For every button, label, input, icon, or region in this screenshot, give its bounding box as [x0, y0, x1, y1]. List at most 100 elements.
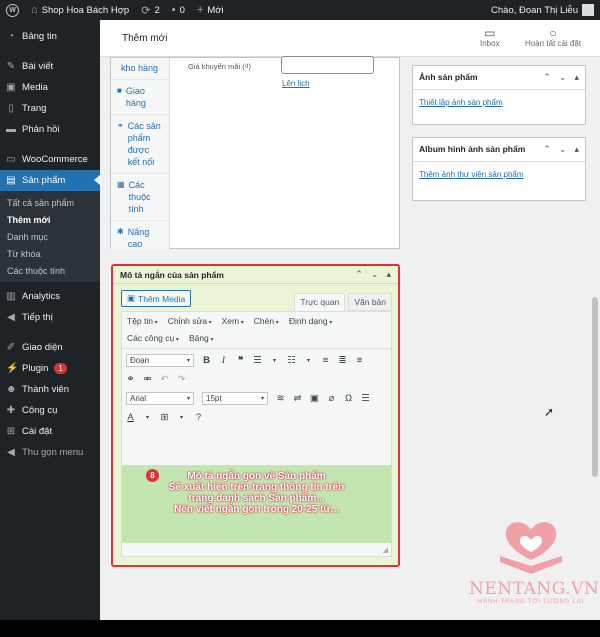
- scrollbar-thumb[interactable]: [592, 297, 598, 477]
- numbered-list-dropdown-icon[interactable]: ▾: [304, 357, 313, 364]
- table-icon[interactable]: ⊞: [160, 412, 169, 423]
- updates-link[interactable]: ⟳ 2: [135, 0, 166, 20]
- toolbar-toggle-icon[interactable]: ☰: [361, 393, 370, 404]
- comments-link[interactable]: ▪ 0: [166, 0, 191, 20]
- submenu-add-new[interactable]: Thêm mới: [0, 211, 100, 228]
- new-content-link[interactable]: + Mới: [191, 0, 230, 20]
- blockquote-icon[interactable]: ❝: [236, 355, 245, 366]
- submenu-tags[interactable]: Từ khóa: [0, 245, 100, 262]
- wordpress-logo-menu[interactable]: W: [0, 0, 25, 20]
- bold-icon[interactable]: B: [202, 355, 211, 366]
- submenu-attributes[interactable]: Các thuộc tính: [0, 262, 100, 279]
- resize-handle-icon[interactable]: ◢: [383, 546, 388, 554]
- home-icon: ⌂: [31, 4, 38, 16]
- toolbar-row-4: A ▾ ⊞ ▾ ?: [122, 408, 391, 427]
- menu-view[interactable]: Xem: [222, 316, 244, 327]
- menu-label: Sản phẩm: [22, 175, 66, 186]
- toggle-icon[interactable]: ▴: [386, 269, 391, 280]
- menu-label: Trang: [22, 103, 47, 114]
- table-dropdown-icon[interactable]: ▾: [177, 414, 186, 421]
- menu-dashboard[interactable]: ◔ Bảng tin: [0, 26, 100, 47]
- italic-icon[interactable]: I: [219, 356, 228, 366]
- sale-price-label: Giá khuyến mãi (₫): [188, 62, 252, 71]
- help-icon[interactable]: ?: [194, 412, 203, 423]
- toggle-icon[interactable]: ▴: [574, 72, 579, 83]
- menu-file[interactable]: Tệp tin: [127, 316, 158, 327]
- font-size-select[interactable]: 15pt: [202, 392, 268, 405]
- tab-visual[interactable]: Trực quan: [294, 293, 346, 311]
- add-gallery-images-link[interactable]: Thêm ảnh thư viện sản phẩm: [413, 162, 585, 187]
- tab-text[interactable]: Văn bản: [348, 293, 392, 311]
- align-left-icon[interactable]: ≡: [321, 355, 330, 366]
- short-description-header: Mô tả ngắn của sản phẩm ⌃ ⌄ ▴: [113, 266, 398, 284]
- strikethrough-icon[interactable]: ≋: [276, 393, 285, 404]
- tab-shipping[interactable]: ■ Giao hàng: [111, 80, 169, 115]
- submenu-categories[interactable]: Danh mục: [0, 228, 100, 245]
- menu-products[interactable]: ▤ Sản phẩm: [0, 170, 100, 191]
- move-down-icon[interactable]: ⌄: [559, 72, 567, 83]
- undo-icon[interactable]: ↶: [160, 374, 169, 385]
- menu-plugins[interactable]: ⚡ Plugin 1: [0, 358, 100, 379]
- menu-appearance[interactable]: ✐ Giao diện: [0, 337, 100, 358]
- tab-attributes[interactable]: ▦ Các thuộc tính: [111, 174, 169, 221]
- align-right-icon[interactable]: ≡: [355, 355, 364, 366]
- menu-insert[interactable]: Chèn: [254, 316, 279, 327]
- text-color-icon[interactable]: A: [126, 412, 135, 423]
- move-up-icon[interactable]: ⌃: [543, 144, 551, 155]
- redo-icon[interactable]: ↷: [177, 374, 186, 385]
- move-down-icon[interactable]: ⌄: [559, 144, 567, 155]
- text-color-dropdown-icon[interactable]: ▾: [143, 414, 152, 421]
- set-product-image-link[interactable]: Thiết lập ảnh sản phẩm: [413, 90, 585, 115]
- menu-edit[interactable]: Chỉnh sửa: [168, 316, 212, 327]
- font-family-select[interactable]: Arial: [126, 392, 194, 405]
- sale-price-input[interactable]: [281, 56, 374, 74]
- finish-setup-button[interactable]: ○ Hoàn tất cài đặt: [525, 26, 581, 48]
- tab-advanced[interactable]: ✱ Nâng cao: [111, 221, 169, 255]
- numbered-list-icon[interactable]: ☷: [287, 355, 296, 366]
- menu-marketing[interactable]: ◀ Tiếp thị: [0, 307, 100, 328]
- menu-woocommerce[interactable]: ▭ WooCommerce: [0, 149, 100, 170]
- bullet-list-dropdown-icon[interactable]: ▾: [270, 357, 279, 364]
- editor-content-area[interactable]: 8 Mô tả ngắn gọn về Sản phẩm Sẽ xuất hiệ…: [122, 465, 391, 543]
- special-char-icon[interactable]: Ω: [344, 393, 353, 404]
- menu-pages[interactable]: ▯ Trang: [0, 98, 100, 119]
- unlink-icon[interactable]: ⚮: [143, 374, 152, 385]
- menu-analytics[interactable]: ▥ Analytics: [0, 286, 100, 307]
- bullet-list-icon[interactable]: ☰: [253, 355, 262, 366]
- menu-media[interactable]: ▣ Media: [0, 77, 100, 98]
- align-center-icon[interactable]: ≣: [338, 355, 347, 366]
- tab-label: Các thuộc tính: [128, 180, 151, 214]
- horizontal-line-icon[interactable]: ⇌: [293, 393, 302, 404]
- block-format-select[interactable]: Đoạn: [126, 354, 194, 367]
- collapse-menu-button[interactable]: ◀ Thu gọn menu: [0, 442, 100, 463]
- paste-text-icon[interactable]: ▣: [310, 393, 319, 404]
- menu-users[interactable]: ☻ Thành viên: [0, 379, 100, 400]
- menu-tools[interactable]: ✚ Công cụ: [0, 400, 100, 421]
- submenu-all-products[interactable]: Tất cả sản phẩm: [0, 194, 100, 211]
- toggle-icon[interactable]: ▴: [574, 144, 579, 155]
- inbox-button[interactable]: ▭ Inbox: [480, 26, 500, 48]
- circle-icon: ○: [549, 26, 557, 40]
- move-up-icon[interactable]: ⌃: [543, 72, 551, 83]
- schedule-link[interactable]: Lên lịch: [282, 79, 310, 88]
- clear-format-icon[interactable]: ⌀: [327, 393, 336, 404]
- menu-table[interactable]: Bảng: [189, 333, 214, 344]
- menu-tools[interactable]: Các công cụ: [127, 333, 179, 344]
- link-icon[interactable]: ⚭: [126, 374, 135, 385]
- menu-format[interactable]: Định dạng: [289, 316, 332, 327]
- menu-comments[interactable]: ▬ Phản hồi: [0, 119, 100, 140]
- tab-linked-products[interactable]: ⚭ Các sản phẩm được kết nối: [111, 115, 169, 174]
- tab-inventory[interactable]: kho hàng: [111, 58, 169, 80]
- toolbar-row-1: Đoạn B I ❝ ☰ ▾ ☷ ▾ ≡ ≣ ≡: [122, 351, 391, 370]
- move-up-icon[interactable]: ⌃: [355, 269, 363, 280]
- site-name-link[interactable]: ⌂ Shop Hoa Bách Hợp: [25, 0, 135, 20]
- my-account-link[interactable]: Chào, Đoan Thị Liễu: [485, 0, 600, 20]
- menu-posts[interactable]: ✎ Bài viết: [0, 56, 100, 77]
- move-down-icon[interactable]: ⌄: [371, 269, 379, 280]
- product-data-panel: kho hàng ■ Giao hàng ⚭ Các sản phẩm được…: [110, 56, 400, 250]
- menu-label: Plugin: [22, 363, 49, 374]
- link-icon: ⚭: [117, 121, 124, 130]
- book-heart-logo-icon: [500, 522, 562, 574]
- add-media-button[interactable]: ▣ Thêm Media: [121, 290, 192, 307]
- menu-settings[interactable]: ⊞ Cài đặt: [0, 421, 100, 442]
